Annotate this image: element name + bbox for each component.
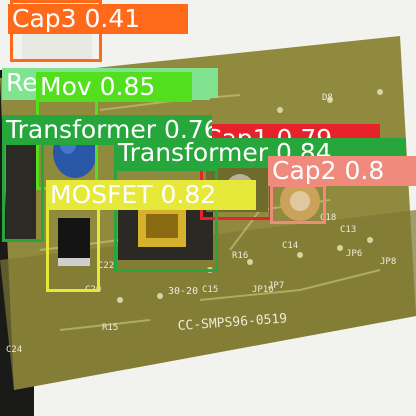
silkscreen-ref: JP7 — [268, 281, 284, 291]
bbox-transformer-left — [2, 140, 44, 242]
solder-pad — [157, 293, 163, 299]
label-mov: Mov 0.85 — [36, 72, 192, 102]
solder-pad — [377, 89, 383, 95]
silkscreen-ref: JP8 — [380, 257, 396, 267]
silkscreen-ref: D8 — [322, 93, 333, 103]
silkscreen-ref: JP6 — [346, 249, 362, 259]
solder-pad — [337, 245, 343, 251]
silkscreen-ref: R16 — [232, 251, 248, 261]
silkscreen-ref: C13 — [340, 225, 356, 235]
silkscreen-ref: 30-20 — [168, 286, 198, 297]
solder-pad — [297, 252, 303, 258]
solder-pad — [117, 297, 123, 303]
solder-pad — [367, 237, 373, 243]
label-mosfet: MOSFET 0.82 — [46, 180, 256, 210]
detection-canvas: CC-SMPS96-0519 C24 C20 C22 C15 C14 C13 J… — [0, 0, 416, 416]
label-cap3: Cap3 0.41 — [8, 4, 188, 34]
silkscreen-ref: C15 — [202, 285, 218, 295]
label-cap2: Cap2 0.8 — [268, 156, 416, 186]
bbox-mosfet — [46, 204, 100, 292]
silkscreen-ref: R15 — [102, 323, 118, 333]
silkscreen-ref: C22 — [98, 261, 114, 271]
bbox-cap2 — [270, 184, 326, 224]
silkscreen-ref: C14 — [282, 241, 298, 251]
silkscreen-ref: C24 — [6, 345, 22, 355]
solder-pad — [277, 107, 283, 113]
